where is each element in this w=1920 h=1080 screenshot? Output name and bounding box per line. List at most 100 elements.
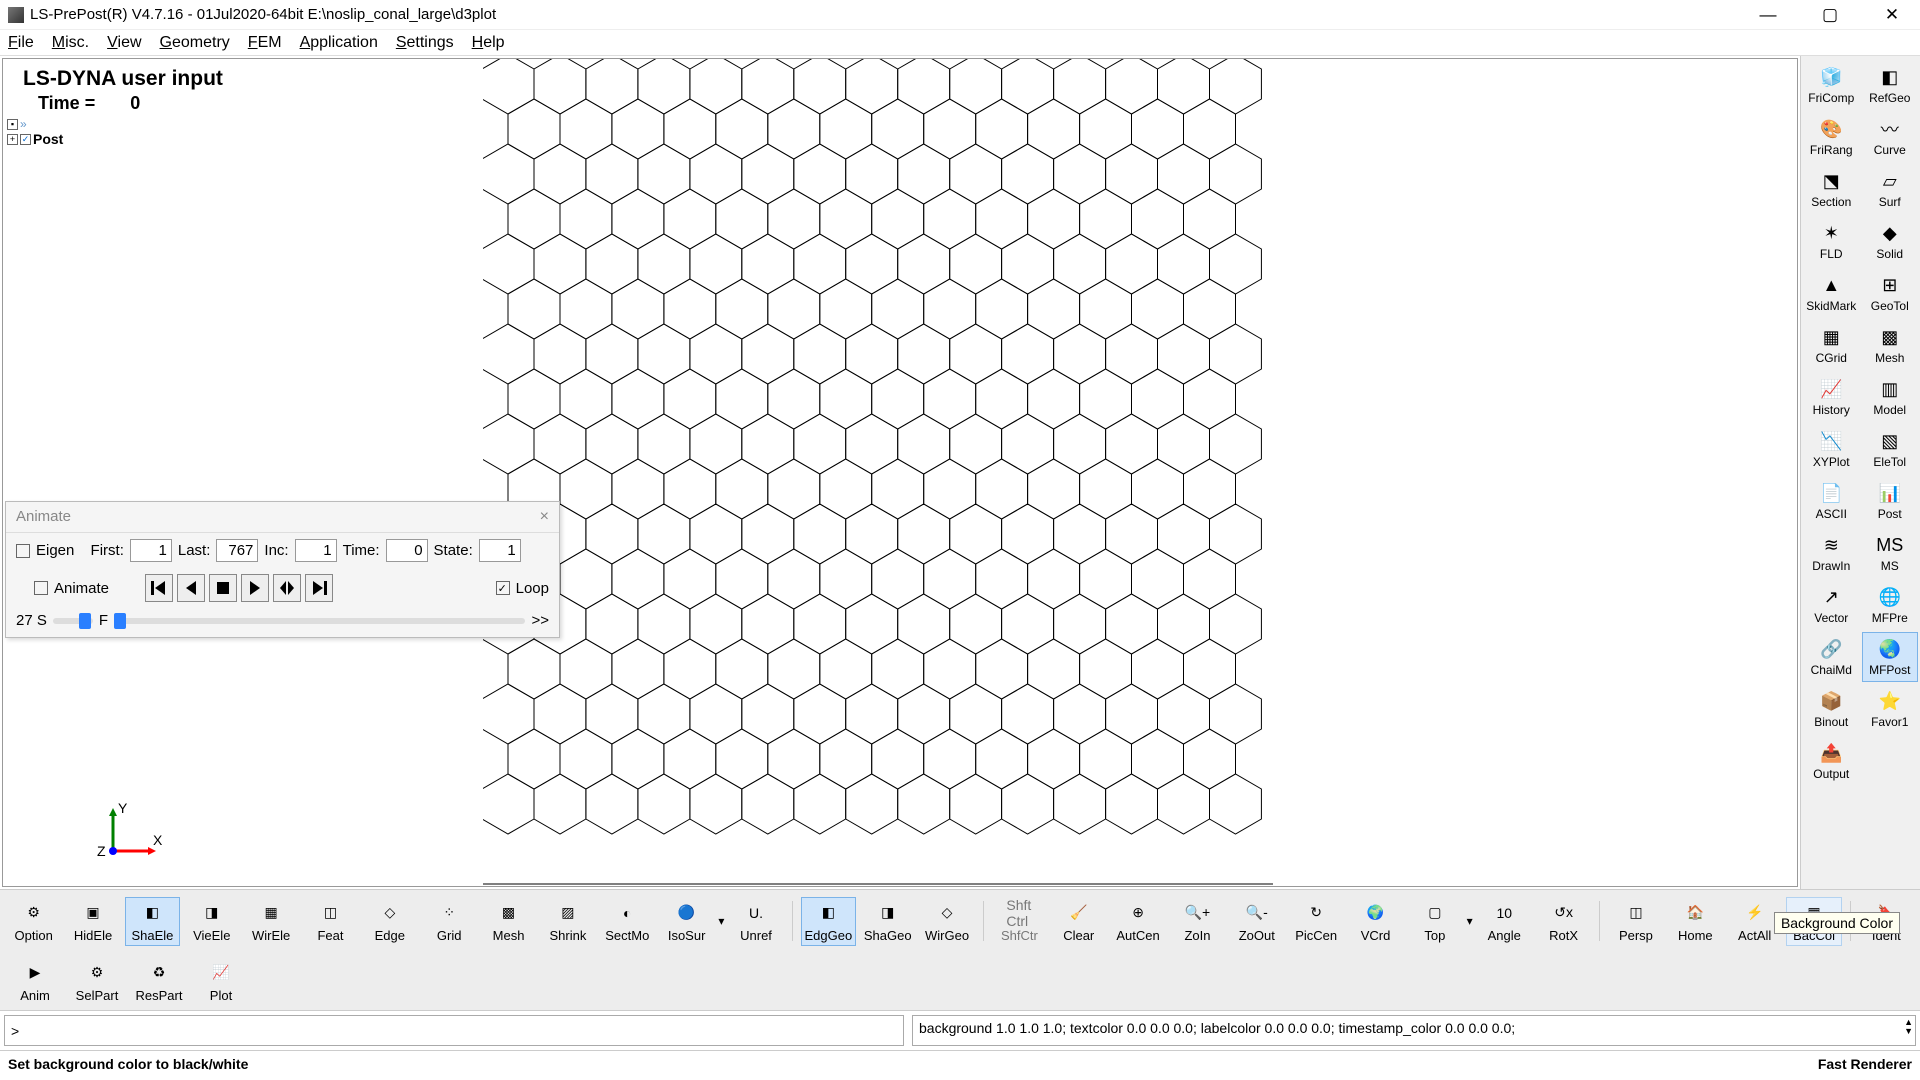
speed-slider[interactable] [53, 618, 93, 624]
rtool-model[interactable]: ▥Model [1862, 372, 1919, 422]
btool-mesh[interactable]: ▩Mesh [481, 897, 536, 946]
mfpost-icon: 🌏 [1878, 637, 1902, 661]
menu-geometry[interactable]: Geometry [160, 34, 230, 52]
state-input[interactable] [479, 539, 521, 562]
time-input[interactable] [386, 539, 428, 562]
rtool-ms[interactable]: MSMS [1862, 528, 1919, 578]
btool-shrink[interactable]: ▨Shrink [540, 897, 595, 946]
command-input[interactable] [4, 1015, 904, 1046]
btool-angle[interactable]: 10Angle [1477, 897, 1532, 946]
btool-option[interactable]: ⚙Option [6, 897, 61, 946]
menu-fem[interactable]: FEM [248, 34, 282, 52]
loop-checkbox[interactable] [496, 581, 510, 595]
menu-help[interactable]: Help [472, 34, 505, 52]
tree-item-post[interactable]: Post [33, 131, 63, 147]
dropdown-caret-icon[interactable]: ▾ [1467, 914, 1473, 928]
menu-settings[interactable]: Settings [396, 34, 454, 52]
viewport[interactable]: LS-DYNA user input Time = 0 ▪ » + ✓ Post… [2, 58, 1798, 887]
maximize-button[interactable]: ▢ [1810, 5, 1850, 25]
rtool-xyplot[interactable]: 📉XYPlot [1803, 424, 1860, 474]
btool-vcrd[interactable]: 🌍VCrd [1348, 897, 1403, 946]
menu-file[interactable]: File [8, 34, 34, 52]
rtool-post[interactable]: 📊Post [1862, 476, 1919, 526]
btool-unref[interactable]: U.Unref [728, 897, 783, 946]
btool-persp[interactable]: ◫Persp [1608, 897, 1663, 946]
rtool-surf[interactable]: ▱Surf [1862, 164, 1919, 214]
last-input[interactable] [216, 539, 258, 562]
btool-autcen[interactable]: ⊕AutCen [1110, 897, 1165, 946]
animate-close-icon[interactable]: × [540, 508, 549, 526]
btool-respart[interactable]: ♻ResPart [130, 957, 188, 1006]
btool-vieele[interactable]: ◨VieEle [184, 897, 239, 946]
btool-zoin[interactable]: 🔍+ZoIn [1170, 897, 1225, 946]
play-button[interactable] [241, 574, 269, 602]
minimize-button[interactable]: — [1748, 5, 1788, 25]
btool-zoout[interactable]: 🔍-ZoOut [1229, 897, 1284, 946]
inc-input[interactable] [295, 539, 337, 562]
first-input[interactable] [130, 539, 172, 562]
frame-slider[interactable] [114, 618, 525, 624]
btool-shageo[interactable]: ◨ShaGeo [860, 897, 915, 946]
btool-isosur[interactable]: 🔵IsoSur [659, 897, 714, 946]
rtool-frirang[interactable]: 🎨FriRang [1803, 112, 1860, 162]
btool-top[interactable]: ▢Top [1407, 897, 1462, 946]
rtool-favor1[interactable]: ⭐Favor1 [1862, 684, 1919, 734]
tree-checkbox[interactable]: ✓ [20, 134, 31, 145]
rtool-chaimd[interactable]: 🔗ChaiMd [1803, 632, 1860, 682]
btool-selpart[interactable]: ⚙SelPart [68, 957, 126, 1006]
btool-edge[interactable]: ◇Edge [362, 897, 417, 946]
animate-checkbox[interactable] [34, 581, 48, 595]
step-button[interactable] [273, 574, 301, 602]
btool-piccen[interactable]: ↻PicCen [1288, 897, 1343, 946]
rtool-output[interactable]: 📤Output [1803, 736, 1860, 786]
tree-expand-icon[interactable]: ▪ [7, 119, 18, 130]
rtool-skidmark[interactable]: ▲SkidMark [1803, 268, 1860, 318]
btool-feat[interactable]: ◫Feat [303, 897, 358, 946]
btool-home[interactable]: 🏠Home [1668, 897, 1723, 946]
log-down-icon[interactable]: ▼ [1904, 1027, 1913, 1036]
prev-frame-button[interactable] [177, 574, 205, 602]
rtool-fricomp[interactable]: 🧊FriComp [1803, 60, 1860, 110]
rtool-mesh[interactable]: ▩Mesh [1862, 320, 1919, 370]
rtool-binout[interactable]: 📦Binout [1803, 684, 1860, 734]
rtool-history[interactable]: 📈History [1803, 372, 1860, 422]
stop-button[interactable] [209, 574, 237, 602]
rtool-solid[interactable]: ◆Solid [1862, 216, 1919, 266]
rtool-curve[interactable]: 〰Curve [1862, 112, 1919, 162]
btool-sectmo[interactable]: ◐SectMo [600, 897, 655, 946]
btool-wirele[interactable]: ▦WirEle [243, 897, 298, 946]
rtool-eletol[interactable]: ▧EleTol [1862, 424, 1919, 474]
last-frame-button[interactable] [305, 574, 333, 602]
rtool-refgeo[interactable]: ◧RefGeo [1862, 60, 1919, 110]
close-button[interactable]: ✕ [1872, 5, 1912, 25]
btool-grid[interactable]: ⁘Grid [422, 897, 477, 946]
btool-clear[interactable]: 🧹Clear [1051, 897, 1106, 946]
rtool-fld[interactable]: ✶FLD [1803, 216, 1860, 266]
rtool-vector[interactable]: ↗Vector [1803, 580, 1860, 630]
rtool-geotol[interactable]: ⊞GeoTol [1862, 268, 1919, 318]
rtool-drawin[interactable]: ≋DrawIn [1803, 528, 1860, 578]
rtool-ascii[interactable]: 📄ASCII [1803, 476, 1860, 526]
btool-plot[interactable]: 📈Plot [192, 957, 250, 1006]
menu-view[interactable]: View [107, 34, 141, 52]
tree-expand-icon[interactable]: + [7, 134, 18, 145]
rtool-mfpre[interactable]: 🌐MFPre [1862, 580, 1919, 630]
btool-hidele[interactable]: ▣HidEle [65, 897, 120, 946]
btool-rotx[interactable]: ↺xRotX [1536, 897, 1591, 946]
rtool-section[interactable]: ⬔Section [1803, 164, 1860, 214]
menu-application[interactable]: Application [300, 34, 378, 52]
model-tree[interactable]: ▪ » + ✓ Post [7, 117, 63, 147]
btool-wirgeo[interactable]: ◇WirGeo [919, 897, 974, 946]
rtool-mfpost[interactable]: 🌏MFPost [1862, 632, 1919, 682]
tree-arrow-icon: » [20, 117, 27, 131]
speed-more-button[interactable]: >> [531, 612, 549, 629]
menu-misc[interactable]: Misc. [52, 34, 89, 52]
dropdown-caret-icon[interactable]: ▾ [718, 914, 724, 928]
btool-edggeo[interactable]: ◧EdgGeo [801, 897, 856, 946]
app-icon [8, 7, 24, 23]
btool-shaele[interactable]: ◧ShaEle [125, 897, 180, 946]
rtool-cgrid[interactable]: ▦CGrid [1803, 320, 1860, 370]
eigen-checkbox[interactable] [16, 544, 30, 558]
btool-anim[interactable]: ▶Anim [6, 957, 64, 1006]
first-frame-button[interactable] [145, 574, 173, 602]
